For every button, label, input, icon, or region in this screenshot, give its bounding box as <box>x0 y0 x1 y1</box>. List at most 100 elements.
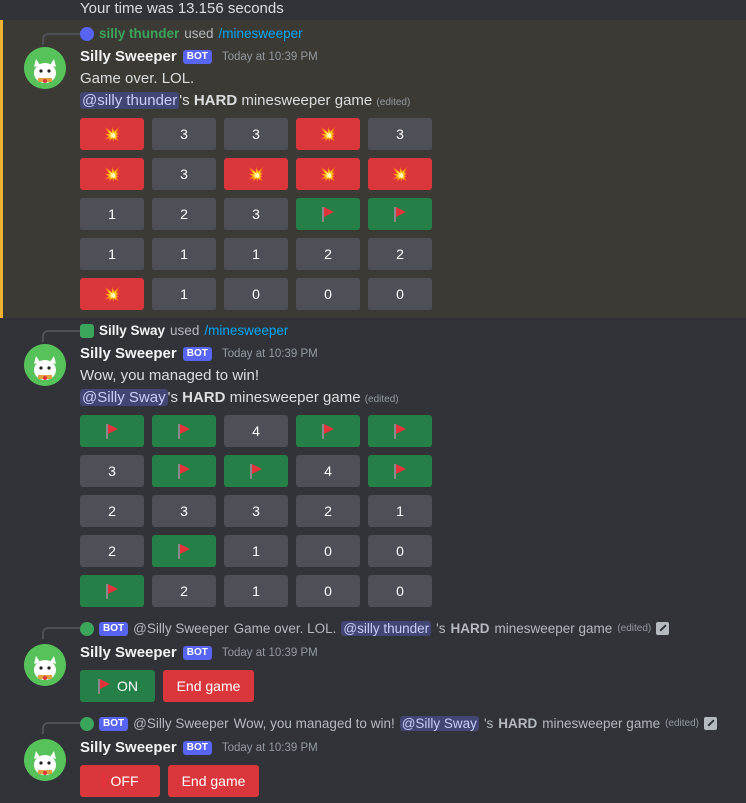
cell-value: 0 <box>324 543 332 559</box>
number-cell[interactable]: 2 <box>80 495 144 527</box>
number-cell[interactable]: 0 <box>368 575 432 607</box>
difficulty-text: HARD <box>450 621 490 636</box>
number-cell[interactable]: 1 <box>368 495 432 527</box>
number-cell[interactable]: 1 <box>152 278 216 310</box>
mine-cell[interactable]: 💥 <box>224 158 288 190</box>
cell-value: 0 <box>324 286 332 302</box>
command-link[interactable]: /minesweeper <box>219 26 303 41</box>
end-game-button[interactable]: End game <box>168 765 259 797</box>
mine-cell[interactable]: 💥 <box>296 118 360 150</box>
flag-cell[interactable] <box>368 198 432 230</box>
reply-author[interactable]: @Silly Sweeper <box>133 621 229 636</box>
timestamp[interactable]: Today at 10:39 PM <box>222 647 318 659</box>
previous-message-text: Your time was 13.156 seconds <box>80 0 284 17</box>
avatar[interactable] <box>24 47 66 89</box>
flag-toggle-button[interactable]: ON <box>80 670 155 702</box>
explosion-icon: 💥 <box>103 286 121 302</box>
flag-cell[interactable] <box>296 198 360 230</box>
end-game-button[interactable]: End game <box>163 670 254 702</box>
mine-cell[interactable]: 💥 <box>80 118 144 150</box>
number-cell[interactable]: 1 <box>80 198 144 230</box>
number-cell[interactable]: 2 <box>80 535 144 567</box>
avatar[interactable] <box>24 344 66 386</box>
reply-context[interactable]: BOT @Silly Sweeper Game over. LOL. @sill… <box>80 621 670 636</box>
message-header: Silly Sweeper BOT Today at 10:39 PM <box>80 739 318 756</box>
flag-cell[interactable] <box>152 415 216 447</box>
flag-cell[interactable] <box>296 415 360 447</box>
author-name[interactable]: Silly Sweeper <box>80 345 177 362</box>
number-cell[interactable]: 0 <box>296 575 360 607</box>
reply-username[interactable]: silly thunder <box>99 26 179 41</box>
number-cell[interactable]: 3 <box>224 118 288 150</box>
user-avatar-icon <box>80 26 94 41</box>
flag-cell[interactable] <box>368 455 432 487</box>
author-name[interactable]: Silly Sweeper <box>80 48 177 65</box>
number-cell[interactable]: 2 <box>368 238 432 270</box>
number-cell[interactable]: 0 <box>296 535 360 567</box>
number-cell[interactable]: 3 <box>224 198 288 230</box>
user-mention[interactable]: @Silly Sway <box>80 389 168 406</box>
edited-label: (edited) <box>364 394 399 405</box>
number-cell[interactable]: 3 <box>152 118 216 150</box>
reply-context[interactable]: Silly Sway used /minesweeper <box>80 323 288 338</box>
mine-cell[interactable]: 💥 <box>368 158 432 190</box>
number-cell[interactable]: 3 <box>224 495 288 527</box>
number-cell[interactable]: 1 <box>152 238 216 270</box>
avatar[interactable] <box>24 644 66 686</box>
minesweeper-grid: 4 3 4 2 3 3 2 1 2 1 0 0 2 1 0 0 <box>80 415 432 607</box>
message-header: Silly Sweeper BOT Today at 10:39 PM <box>80 48 318 65</box>
mine-cell[interactable]: 💥 <box>80 158 144 190</box>
mine-cell[interactable]: 💥 <box>296 158 360 190</box>
number-cell[interactable]: 3 <box>80 455 144 487</box>
number-cell[interactable]: 2 <box>296 495 360 527</box>
flag-cell[interactable] <box>80 575 144 607</box>
number-cell[interactable]: 1 <box>224 575 288 607</box>
cell-value: 2 <box>324 503 332 519</box>
number-cell[interactable]: 1 <box>224 238 288 270</box>
flag-cell[interactable] <box>224 455 288 487</box>
flag-cell[interactable] <box>80 415 144 447</box>
number-cell[interactable]: 4 <box>296 455 360 487</box>
timestamp[interactable]: Today at 10:39 PM <box>222 348 318 360</box>
cell-value: 1 <box>108 206 116 222</box>
number-cell[interactable]: 0 <box>368 535 432 567</box>
author-name[interactable]: Silly Sweeper <box>80 644 177 661</box>
number-cell[interactable]: 1 <box>224 535 288 567</box>
flag-cell[interactable] <box>368 415 432 447</box>
flag-icon <box>393 206 407 222</box>
timestamp[interactable]: Today at 10:39 PM <box>222 742 318 754</box>
number-cell[interactable]: 0 <box>296 278 360 310</box>
command-link[interactable]: /minesweeper <box>204 323 288 338</box>
toggle-label: ON <box>117 678 138 694</box>
explosion-icon: 💥 <box>319 166 337 182</box>
number-cell[interactable]: 1 <box>80 238 144 270</box>
cell-value: 1 <box>396 503 404 519</box>
reply-used-text: used <box>170 323 200 338</box>
number-cell[interactable]: 3 <box>152 495 216 527</box>
reply-username[interactable]: Silly Sway <box>99 323 165 338</box>
number-cell[interactable]: 3 <box>152 158 216 190</box>
avatar[interactable] <box>24 739 66 781</box>
number-cell[interactable]: 2 <box>152 198 216 230</box>
timestamp[interactable]: Today at 10:39 PM <box>222 51 318 63</box>
user-mention[interactable]: @Silly Sway <box>399 716 479 731</box>
number-cell[interactable]: 3 <box>368 118 432 150</box>
number-cell[interactable]: 2 <box>296 238 360 270</box>
number-cell[interactable]: 0 <box>224 278 288 310</box>
flag-toggle-button[interactable]: OFF <box>80 765 160 797</box>
mine-cell[interactable]: 💥 <box>80 278 144 310</box>
cell-value: 3 <box>252 503 260 519</box>
reply-context[interactable]: BOT @Silly Sweeper Wow, you managed to w… <box>80 716 717 731</box>
cell-value: 3 <box>180 166 188 182</box>
flag-cell[interactable] <box>152 535 216 567</box>
number-cell[interactable]: 2 <box>152 575 216 607</box>
user-mention[interactable]: @silly thunder <box>341 621 432 636</box>
user-mention[interactable]: @silly thunder <box>80 92 180 109</box>
number-cell[interactable]: 4 <box>224 415 288 447</box>
author-name[interactable]: Silly Sweeper <box>80 739 177 756</box>
flag-icon <box>393 423 407 439</box>
reply-context[interactable]: silly thunder used /minesweeper <box>80 26 303 41</box>
number-cell[interactable]: 0 <box>368 278 432 310</box>
reply-author[interactable]: @Silly Sweeper <box>133 716 229 731</box>
flag-cell[interactable] <box>152 455 216 487</box>
